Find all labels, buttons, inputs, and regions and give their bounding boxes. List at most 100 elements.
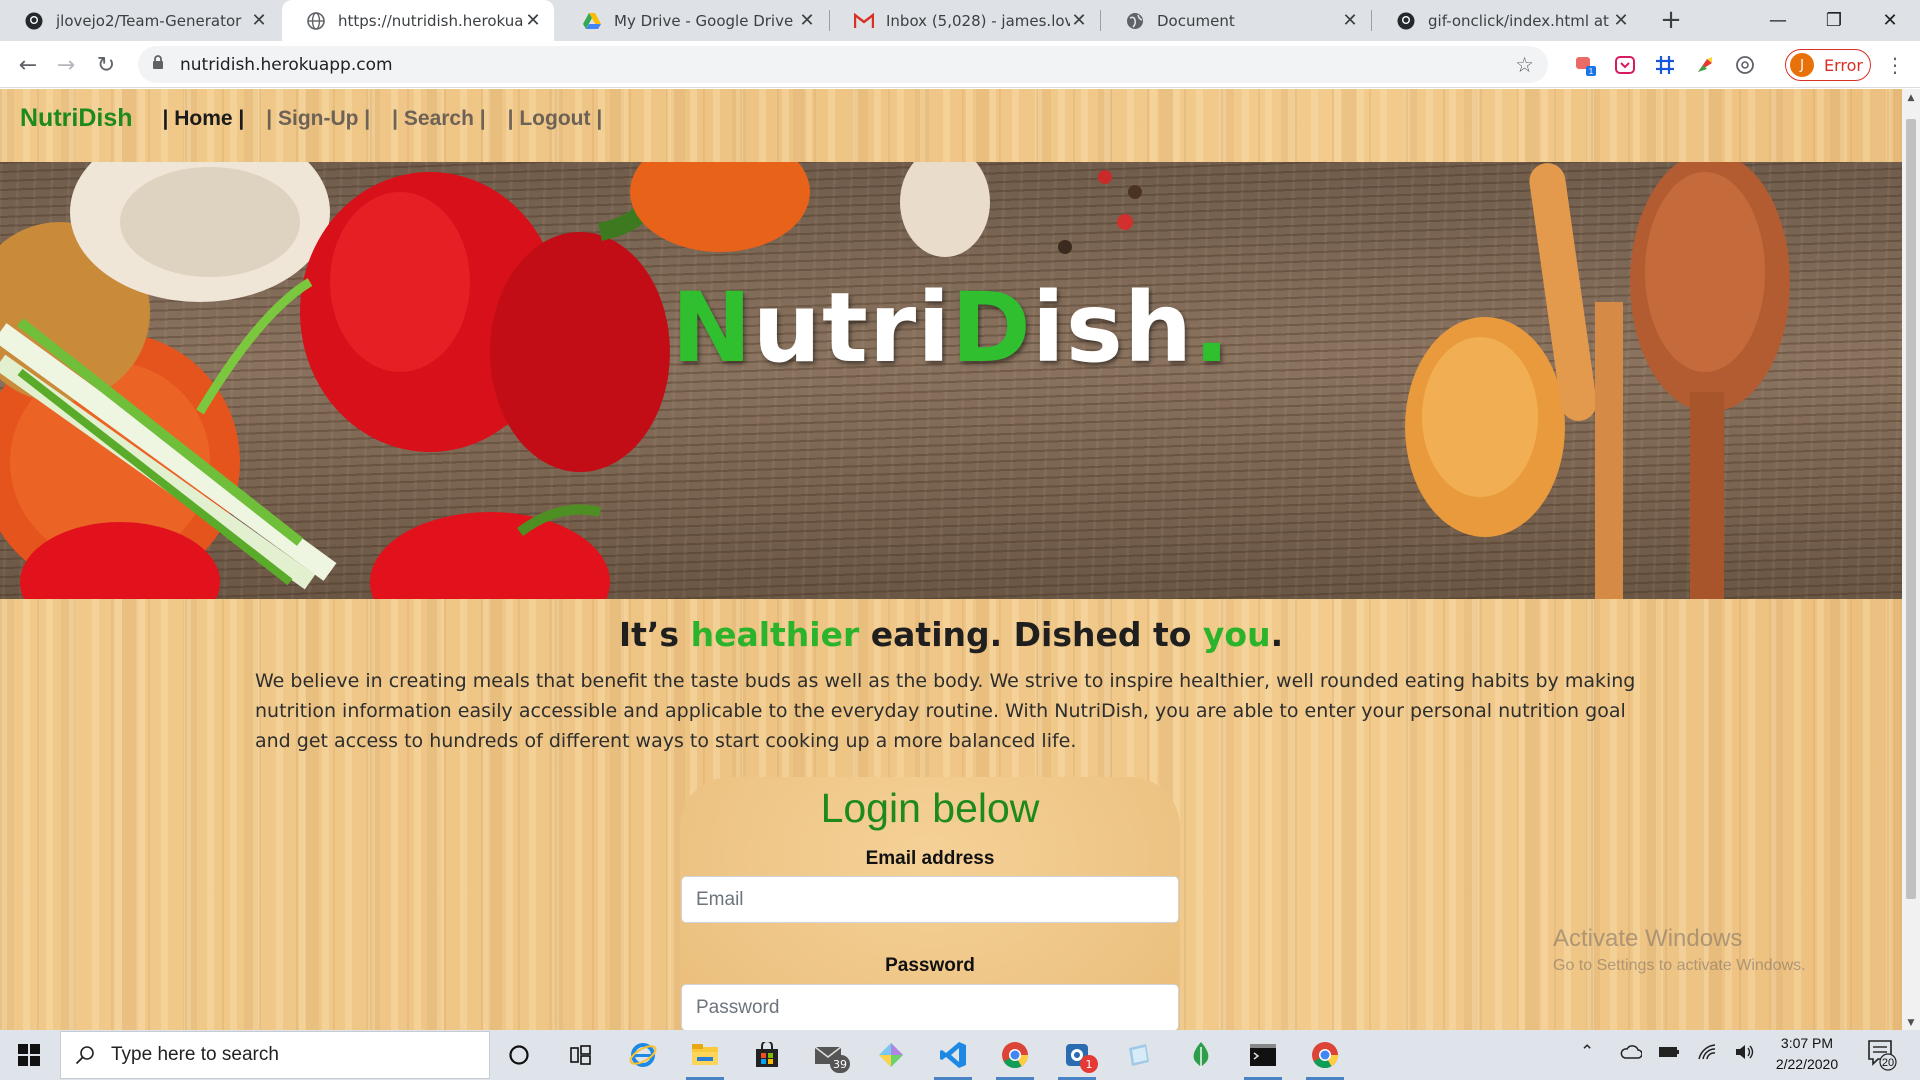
notification-count: 20 — [1882, 1057, 1894, 1069]
app-badge: 1 — [1080, 1055, 1098, 1073]
colorpicker-extension-icon[interactable] — [1693, 53, 1717, 77]
taskbar-search-input[interactable]: Type here to search — [60, 1031, 490, 1079]
page-viewport: NutriDish | Home | | Sign-Up | | Search … — [0, 89, 1902, 1030]
nav-search[interactable]: | Search | — [392, 107, 485, 131]
task-view-icon[interactable] — [556, 1035, 606, 1075]
close-icon[interactable]: ✕ — [1612, 10, 1630, 31]
restore-button[interactable]: ❐ — [1806, 0, 1862, 41]
globe-icon — [306, 11, 326, 31]
tab-document[interactable]: Document ✕ — [1101, 0, 1371, 41]
gmail-icon — [854, 11, 874, 31]
tab-title: My Drive - Google Drive — [614, 11, 794, 30]
watermark-subtitle: Go to Settings to activate Windows. — [1553, 957, 1806, 974]
minimize-button[interactable]: — — [1750, 0, 1806, 41]
github-icon — [24, 11, 44, 31]
mail-icon[interactable]: 39 — [804, 1035, 854, 1075]
password-field[interactable] — [681, 984, 1179, 1030]
circle-extension-icon[interactable] — [1733, 53, 1757, 77]
tab-nutridish[interactable]: https://nutridish.herokuapp.c ✕ — [282, 0, 554, 41]
windows-start-button[interactable] — [0, 1030, 58, 1080]
forward-button[interactable]: → — [50, 49, 82, 81]
cortana-icon[interactable] — [494, 1035, 544, 1075]
site-brand[interactable]: NutriDish — [20, 104, 133, 133]
nav-logout[interactable]: | Logout | — [508, 107, 603, 131]
search-icon — [75, 1046, 94, 1065]
scroll-down-icon[interactable]: ▼ — [1906, 1018, 1916, 1028]
grid-extension-icon[interactable] — [1653, 53, 1677, 77]
vscode-icon[interactable] — [928, 1035, 978, 1080]
scrollbar-thumb[interactable] — [1906, 119, 1916, 899]
tab-title: gif-onclick/index.html at mas — [1428, 11, 1612, 30]
page-scrollbar[interactable]: ▲ ▼ — [1902, 89, 1920, 1030]
store-icon[interactable] — [742, 1035, 792, 1075]
address-bar[interactable]: nutridish.herokuapp.com ☆ — [138, 46, 1548, 83]
tab-gif-onclick[interactable]: gif-onclick/index.html at mas ✕ — [1372, 0, 1642, 41]
tagline-highlight: healthier — [690, 615, 860, 654]
search-placeholder: Type here to search — [111, 1044, 279, 1065]
battery-icon[interactable] — [1658, 1044, 1680, 1064]
new-tab-button[interactable]: + — [1656, 6, 1686, 36]
tagline-highlight: you — [1202, 615, 1271, 654]
terminal-icon[interactable] — [1238, 1035, 1288, 1080]
chrome-icon[interactable] — [1300, 1035, 1350, 1080]
profile-button[interactable]: J Error — [1785, 49, 1871, 81]
tab-title: https://nutridish.herokuapp.c — [338, 11, 524, 30]
hero-title-n: N — [671, 272, 753, 384]
mongodb-compass-icon[interactable] — [1176, 1035, 1226, 1075]
wifi-icon[interactable] — [1697, 1043, 1717, 1066]
file-explorer-icon[interactable] — [680, 1035, 730, 1080]
menu-kebab-icon[interactable]: ⋮ — [1879, 49, 1911, 81]
github-icon — [1396, 11, 1416, 31]
avatar: J — [1790, 53, 1814, 77]
nav-home[interactable]: | Home | — [163, 107, 245, 131]
globe-icon — [1125, 11, 1145, 31]
reload-button[interactable]: ↻ — [90, 49, 122, 81]
window-close-button[interactable]: ✕ — [1862, 0, 1918, 41]
activate-windows-watermark: Activate Windows Go to Settings to activ… — [1553, 925, 1806, 975]
tab-google-drive[interactable]: My Drive - Google Drive ✕ — [558, 0, 828, 41]
hero-title-dot: . — [1193, 272, 1231, 384]
tab-title: Inbox (5,028) - james.lovejoy — [886, 11, 1070, 30]
extension-badge: 1 — [1589, 67, 1594, 76]
close-icon[interactable]: ✕ — [798, 10, 816, 31]
tagline-part: . — [1270, 615, 1284, 654]
email-field[interactable] — [681, 876, 1179, 923]
tagline: It’s healthier eating. Dished to you. — [0, 615, 1902, 654]
chevron-up-icon[interactable]: ⌃ — [1580, 1042, 1594, 1062]
login-card: Login below Email address Password — [680, 777, 1180, 1030]
tagline-part: eating. Dished to — [859, 615, 1203, 654]
onedrive-icon[interactable] — [1620, 1044, 1643, 1065]
remote-desktop-icon[interactable]: 1 — [1052, 1035, 1102, 1080]
notepad-icon[interactable] — [1114, 1035, 1164, 1075]
browser-toolbar: ← → ↻ nutridish.herokuapp.com ☆ 1 J Erro… — [0, 41, 1920, 88]
hero-title-utri: utri — [752, 272, 952, 384]
email-label: Email address — [865, 848, 995, 869]
lock-icon — [152, 55, 164, 74]
close-icon[interactable]: ✕ — [524, 10, 542, 31]
login-title: Login below — [820, 785, 1040, 831]
internet-explorer-icon[interactable] — [618, 1035, 668, 1075]
nav-sign-up[interactable]: | Sign-Up | — [266, 107, 370, 131]
tab-gmail[interactable]: Inbox (5,028) - james.lovejoy ✕ — [830, 0, 1100, 41]
tab-title: jlovejo2/Team-Generator — [56, 11, 242, 30]
back-button[interactable]: ← — [12, 49, 44, 81]
pocket-icon[interactable] — [1613, 53, 1637, 77]
windows-logo-icon — [18, 1044, 40, 1066]
chrome-icon[interactable] — [990, 1035, 1040, 1080]
close-icon[interactable]: ✕ — [1070, 10, 1088, 31]
extension-icon[interactable]: 1 — [1574, 53, 1598, 77]
clock-date: 2/22/2020 — [1775, 1056, 1839, 1072]
hero-title: NutriDish. — [0, 272, 1902, 384]
close-icon[interactable]: ✕ — [250, 10, 268, 31]
close-icon[interactable]: ✕ — [1341, 10, 1359, 31]
google-drive-icon — [582, 11, 602, 31]
clock-time: 3:07 PM — [1780, 1035, 1834, 1051]
gitkraken-icon[interactable] — [866, 1035, 916, 1075]
tab-team-generator[interactable]: jlovejo2/Team-Generator ✕ — [0, 0, 280, 41]
scroll-up-icon[interactable]: ▲ — [1906, 93, 1916, 103]
tomato-shape — [370, 512, 610, 599]
volume-icon[interactable] — [1735, 1043, 1755, 1066]
taskbar-clock[interactable]: 3:07 PM 2/22/2020 — [1762, 1033, 1852, 1075]
notification-center-icon[interactable]: 20 — [1866, 1038, 1898, 1072]
bookmark-star-icon[interactable]: ☆ — [1515, 53, 1534, 77]
